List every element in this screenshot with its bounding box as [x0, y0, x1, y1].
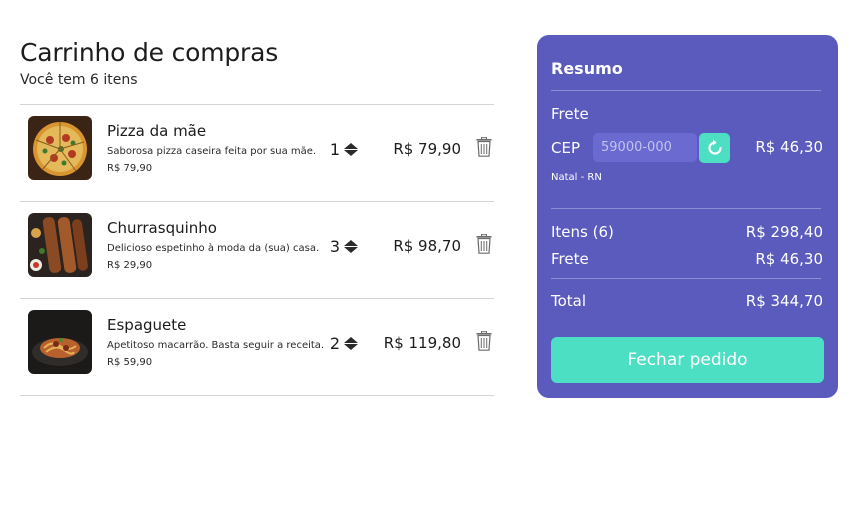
- summary-divider: [551, 278, 821, 279]
- skewers-image: [28, 213, 92, 277]
- trash-icon[interactable]: [476, 233, 492, 254]
- item-name: Pizza da mãe: [107, 122, 207, 140]
- item-description: Apetitoso macarrão. Basta seguir a recei…: [107, 340, 325, 351]
- up-down-triangles-icon[interactable]: [344, 240, 358, 253]
- shipping-heading: Frete: [551, 105, 589, 123]
- quantity-control: 3: [326, 237, 358, 256]
- refresh-icon[interactable]: [699, 133, 730, 163]
- item-total: R$ 79,90: [393, 140, 461, 158]
- shipping-cost: R$ 46,30: [755, 138, 823, 156]
- increase-icon[interactable]: [344, 337, 358, 343]
- item-total: R$ 119,80: [383, 334, 461, 352]
- checkout-button[interactable]: Fechar pedido: [551, 337, 824, 383]
- summary-divider: [551, 208, 821, 209]
- summary-divider: [551, 90, 821, 91]
- page-title: Carrinho de compras: [20, 38, 279, 67]
- cart-item: Espaguete Apetitoso macarrão. Basta segu…: [20, 299, 494, 396]
- cart-section: Carrinho de compras Você tem 6 itens Piz…: [20, 36, 494, 396]
- order-summary-panel: Resumo Frete CEP R$ 46,30 Natal - RN Ite…: [537, 35, 838, 398]
- shipping-label: Frete: [551, 250, 589, 268]
- item-total: R$ 98,70: [393, 237, 461, 255]
- item-description: Saborosa pizza caseira feita por sua mãe…: [107, 146, 317, 157]
- item-unit-price: R$ 79,90: [107, 163, 153, 174]
- item-name: Espaguete: [107, 316, 187, 334]
- cart-item: Pizza da mãe Saborosa pizza caseira feit…: [20, 105, 494, 202]
- items-label: Itens (6): [551, 223, 614, 241]
- increase-icon[interactable]: [344, 143, 358, 149]
- total-value: R$ 344,70: [745, 292, 823, 310]
- decrease-icon[interactable]: [344, 344, 358, 350]
- up-down-triangles-icon[interactable]: [344, 143, 358, 156]
- item-count-text: Você tem 6 itens: [20, 72, 138, 88]
- decrease-icon[interactable]: [344, 150, 358, 156]
- quantity-value: 3: [329, 237, 340, 256]
- shipping-total: R$ 46,30: [755, 250, 823, 268]
- items-total: R$ 298,40: [745, 223, 823, 241]
- increase-icon[interactable]: [344, 240, 358, 246]
- city-text: Natal - RN: [551, 172, 602, 183]
- quantity-control: 2: [326, 334, 358, 353]
- spaghetti-image: [28, 310, 92, 374]
- cart-item: Churrasquinho Delicioso espetinho à moda…: [20, 202, 494, 299]
- up-down-triangles-icon[interactable]: [344, 337, 358, 350]
- trash-icon[interactable]: [476, 136, 492, 157]
- item-unit-price: R$ 29,90: [107, 260, 153, 271]
- trash-icon[interactable]: [476, 330, 492, 351]
- quantity-value: 1: [329, 140, 340, 159]
- quantity-value: 2: [329, 334, 340, 353]
- item-unit-price: R$ 59,90: [107, 357, 153, 368]
- summary-title: Resumo: [551, 59, 623, 78]
- cep-label: CEP: [551, 139, 580, 157]
- decrease-icon[interactable]: [344, 247, 358, 253]
- pizza-image: [28, 116, 92, 180]
- total-label: Total: [551, 292, 587, 310]
- cart-item-list: Pizza da mãe Saborosa pizza caseira feit…: [20, 104, 494, 396]
- quantity-control: 1: [326, 140, 358, 159]
- cep-input[interactable]: [593, 133, 697, 162]
- item-description: Delicioso espetinho à moda da (sua) casa…: [107, 243, 320, 254]
- item-name: Churrasquinho: [107, 219, 217, 237]
